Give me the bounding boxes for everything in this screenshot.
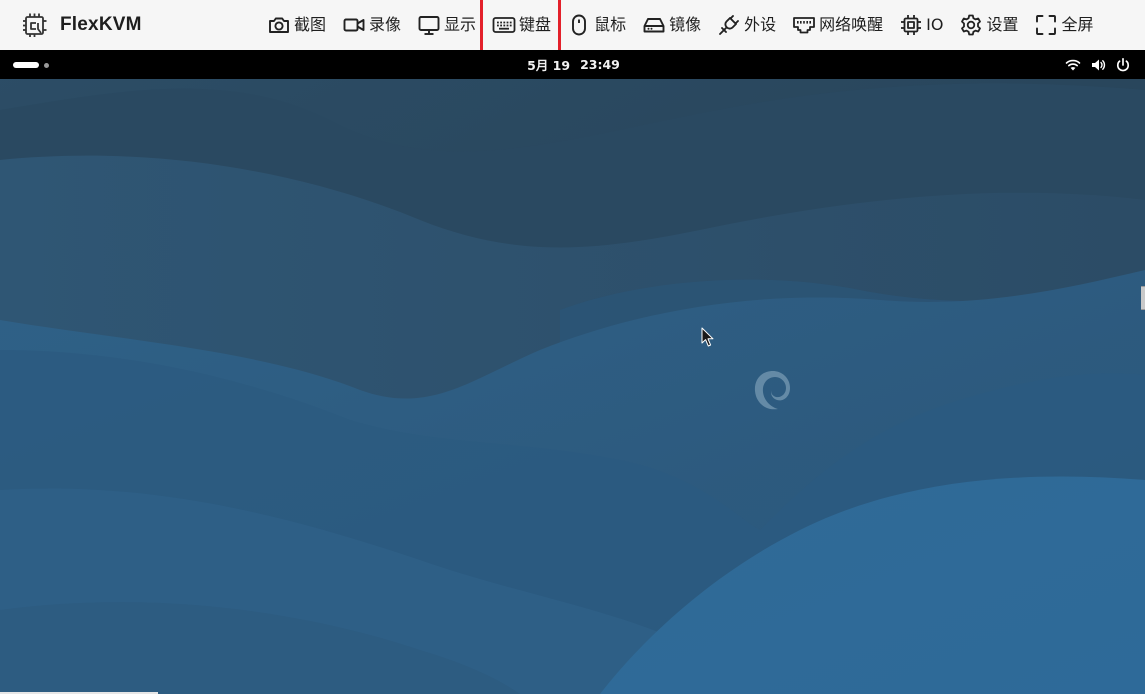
video-camera-icon [343,18,365,32]
brand: FlexKVM [22,11,142,39]
fullscreen-button[interactable]: 全屏 [1031,8,1096,42]
display-label: 显示 [444,15,477,34]
desktop-wallpaper [0,50,1145,694]
keyboard-label: 键盘 [519,15,552,34]
wake-on-lan-button[interactable]: 网络唤醒 [789,8,886,42]
record-label: 录像 [369,15,402,34]
mouse-button[interactable]: 鼠标 [564,8,629,42]
mouse-label: 鼠标 [594,15,627,34]
keyboard-button[interactable]: 键盘 [480,0,562,55]
settings-button[interactable]: 设置 [956,8,1021,42]
io-label: IO [926,15,944,34]
camera-icon [269,17,289,33]
peripherals-button[interactable]: 外设 [714,8,779,42]
toolbar: FlexKVM 截图 录像 显示 键盘 鼠标 镜像 外设 网络唤醒 IO 设置 … [0,0,1145,55]
clock[interactable]: 5月 19 23:49 [0,50,1145,79]
mouse-icon [572,14,587,36]
wifi-icon [1065,59,1081,70]
mirror-label: 镜像 [669,15,702,34]
monitor-icon [418,16,440,35]
app-title: FlexKVM [60,14,142,35]
flexkvm-app: FlexKVM 截图 录像 显示 键盘 鼠标 镜像 外设 网络唤醒 IO 设置 … [0,0,1145,694]
keyboard-icon [492,17,516,33]
flexkvm-logo-icon [23,13,47,37]
wake-on-lan-label: 网络唤醒 [819,15,884,34]
peripherals-label: 外设 [744,15,777,34]
display-button[interactable]: 显示 [414,8,479,42]
remote-screen[interactable]: 5月 19 23:49 [0,50,1145,694]
fullscreen-label: 全屏 [1061,15,1094,34]
io-button[interactable]: IO [896,8,946,42]
gear-icon [961,14,982,36]
scrollbar-handle[interactable] [1141,286,1145,310]
mirror-button[interactable]: 镜像 [639,8,704,42]
fullscreen-icon [1036,15,1057,35]
plug-icon [719,15,740,35]
record-button[interactable]: 录像 [339,8,404,42]
clock-date: 5月 19 [527,58,571,73]
debian-swirl-logo [754,371,790,410]
screenshot-label: 截图 [294,15,327,34]
toolbar-menu: 截图 录像 显示 键盘 鼠标 镜像 外设 网络唤醒 IO 设置 全屏 [264,0,1106,55]
hard-drive-icon [643,18,665,33]
chip-icon [901,15,922,35]
clock-time: 23:49 [580,57,620,72]
system-tray[interactable] [1056,50,1131,79]
power-icon [1116,57,1130,71]
ethernet-port-icon [793,17,816,34]
gnome-top-bar: 5月 19 23:49 [0,50,1145,79]
mouse-pointer-icon [701,327,714,347]
screenshot-button[interactable]: 截图 [264,8,329,42]
settings-label: 设置 [986,15,1019,34]
volume-icon [1092,59,1106,70]
